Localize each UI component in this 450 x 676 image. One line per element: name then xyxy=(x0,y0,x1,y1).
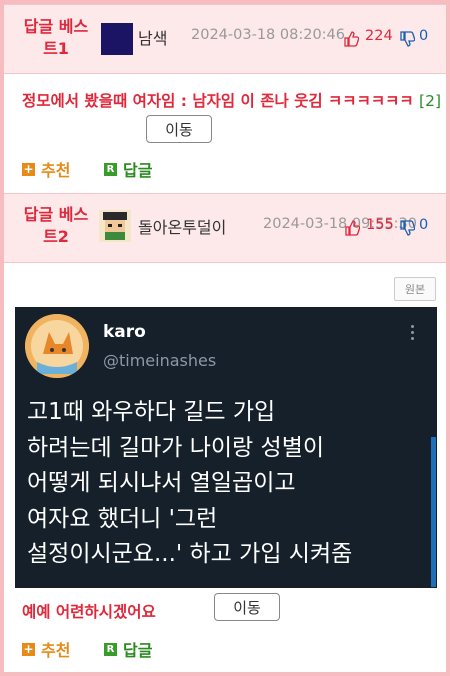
reply-icon: R xyxy=(104,642,117,656)
best-comment-2-header: 답글 베스트2 돌아온투덜이 2024-03-18 09:55:30 155 0 xyxy=(4,193,446,263)
comment-text: 정모에서 봤을때 여자임 : 남자임 이 존나 웃김 ㅋㅋㅋㅋㅋㅋ [2] xyxy=(22,86,442,117)
recommend-label: 추천 xyxy=(41,161,71,180)
original-image-button[interactable]: 원본 xyxy=(394,277,436,301)
move-button[interactable]: 이동 xyxy=(146,115,212,143)
tweet-author-handle: @timeinashes xyxy=(103,351,217,370)
reply-label: 답글 xyxy=(123,641,153,660)
move-button[interactable]: 이동 xyxy=(214,593,280,621)
thumbs-down-icon[interactable] xyxy=(399,220,415,236)
recommend-button[interactable]: + 추천 xyxy=(22,157,70,181)
fox-avatar-icon xyxy=(25,314,89,378)
best-label-1: 답글 베스트1 xyxy=(23,17,89,58)
plus-icon: + xyxy=(22,161,35,176)
timestamp: 2024-03-18 09:55:30 xyxy=(263,216,417,232)
pixel-avatar-icon xyxy=(103,212,127,240)
recommend-button[interactable]: + 추천 xyxy=(22,637,70,661)
comment-list: 답글 베스트1 남색 2024-03-18 08:20:46 224 0 정모에… xyxy=(4,4,446,672)
downvote-count: 0 xyxy=(419,28,429,44)
thumbs-up-icon[interactable] xyxy=(343,31,359,47)
thumbs-down-icon[interactable] xyxy=(399,31,415,47)
upvote-count: 224 xyxy=(365,28,393,44)
thumbs-up-icon[interactable] xyxy=(344,220,360,236)
downvote-count: 0 xyxy=(419,217,429,233)
best-label-2: 답글 베스트2 xyxy=(23,205,89,246)
comment-body: 예예 어련하시겠어요 xyxy=(22,603,156,621)
best-comment-1-header: 답글 베스트1 남색 2024-03-18 08:20:46 224 0 xyxy=(4,4,446,74)
tweet-avatar xyxy=(25,314,89,378)
comment-body: 정모에서 봤을때 여자임 : 남자임 이 존나 웃김 ㅋㅋㅋㅋㅋㅋ xyxy=(22,92,414,110)
nickname[interactable]: 돌아온투덜이 xyxy=(138,214,226,238)
tweet-text: 고1때 와우하다 길드 가입 하려는데 길마가 나이랑 성별이 어떻게 되시냐서… xyxy=(27,399,353,567)
reply-button[interactable]: R 답글 xyxy=(104,157,152,181)
upvote-count: 155 xyxy=(366,217,394,233)
reply-button[interactable]: R 답글 xyxy=(104,637,152,661)
more-options-icon xyxy=(411,325,415,343)
tweet-image: karo @timeinashes 고1때 와우하다 길드 가입 하려는데 길마… xyxy=(15,307,437,588)
reply-label: 답글 xyxy=(123,161,153,180)
plus-icon: + xyxy=(22,641,35,656)
reply-count: [2] xyxy=(419,92,441,110)
recommend-label: 추천 xyxy=(41,641,71,660)
avatar[interactable] xyxy=(101,23,133,55)
avatar[interactable] xyxy=(99,210,131,242)
tweet-author-name: karo xyxy=(103,322,146,342)
reply-icon: R xyxy=(104,162,117,176)
scrollbar xyxy=(431,437,436,587)
timestamp: 2024-03-18 08:20:46 xyxy=(191,27,345,43)
nickname[interactable]: 남색 xyxy=(138,25,167,49)
